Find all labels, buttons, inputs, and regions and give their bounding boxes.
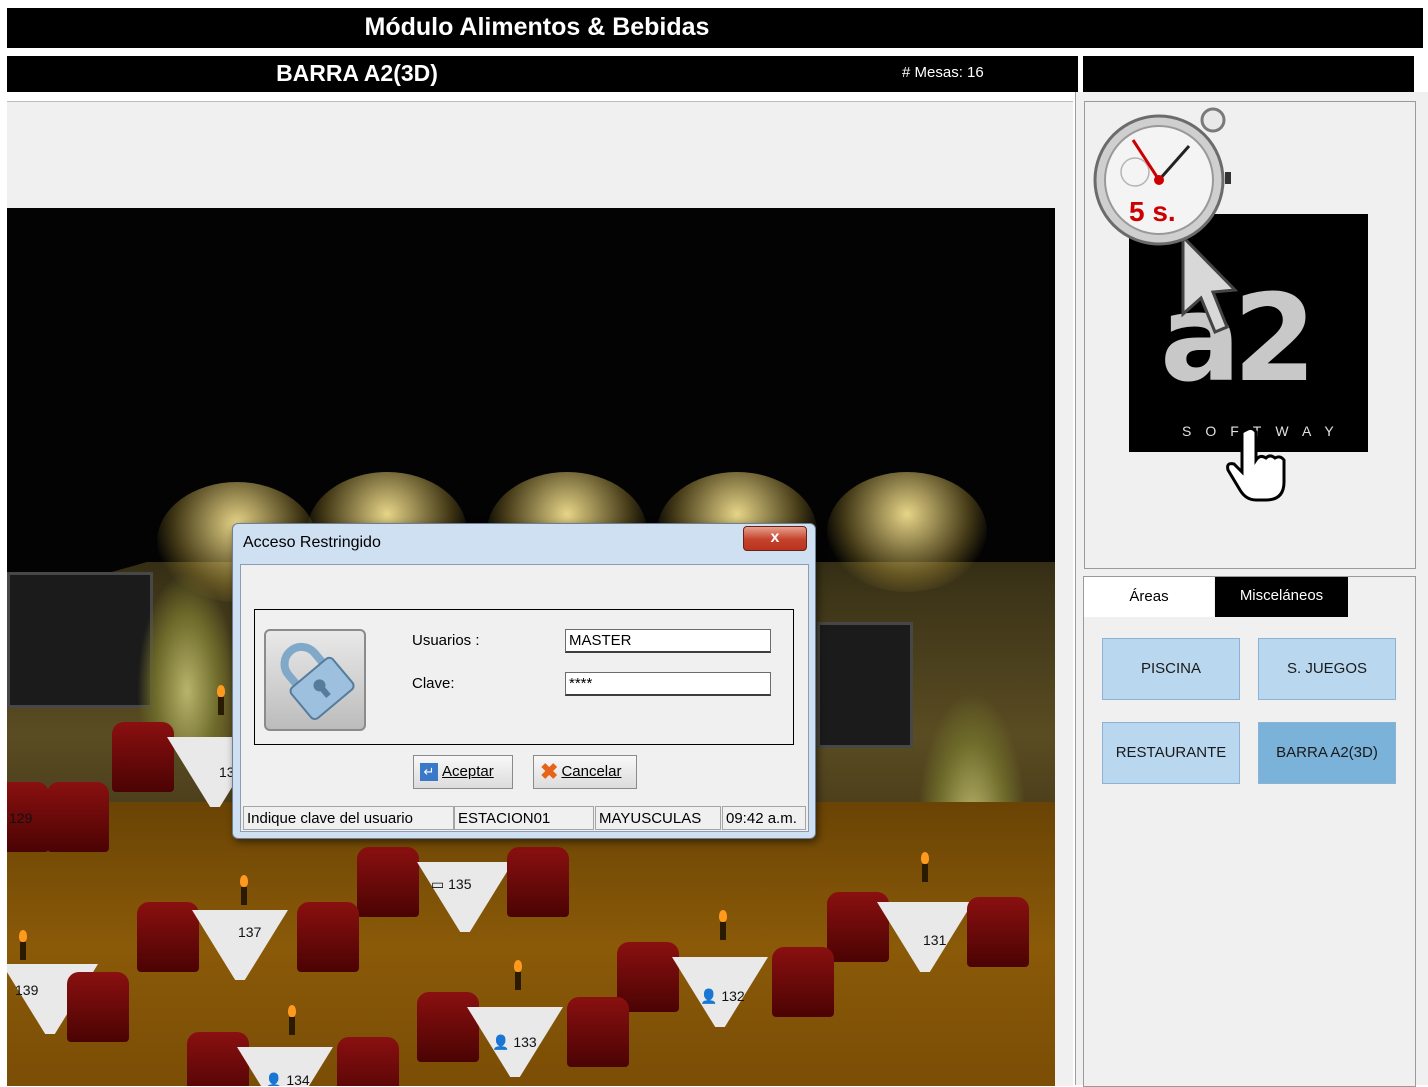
area-button-piscina[interactable]: PISCINA [1102,638,1240,700]
app-title: Módulo Alimentos & Bebidas [364,13,710,41]
enter-icon: ↵ [420,763,438,782]
chair [337,1037,399,1086]
chair [187,1032,249,1086]
person-icon: 👤 [265,1072,287,1086]
area-button-barra-a2[interactable]: BARRA A2(3D) [1258,722,1396,784]
lock-icon [264,629,366,731]
table-number[interactable]: 129 [9,810,32,826]
status-station: ESTACION01 [454,806,594,830]
aceptar-button[interactable]: ↵ Aceptar [413,755,513,789]
candle [240,875,248,905]
chair [297,902,359,972]
chair [967,897,1029,967]
mesas-count: # Mesas: 16 [902,64,984,81]
hand-pointer-icon [1226,426,1286,502]
status-caps: MAYUSCULAS [595,806,721,830]
candle [719,910,727,940]
clave-label: Clave: [412,675,455,692]
aceptar-label: Aceptar [442,763,494,780]
credentials-group: Usuarios : Clave: [254,609,794,745]
candle [19,930,27,960]
lock-graphic [280,642,355,721]
chair [567,997,629,1067]
table-number[interactable]: 139 [15,982,38,998]
chair [417,992,479,1062]
chair [47,782,109,852]
chair [67,972,129,1042]
access-dialog: Acceso Restringido x Usuarios : Clave: ↵… [232,523,816,839]
stopwatch-icon: 5 s. [1093,106,1233,246]
side-header-bar [1083,56,1414,92]
candle [288,1005,296,1035]
tab-miscelaneos[interactable]: Misceláneos [1215,577,1348,617]
area-header-bar: BARRA A2(3D) # Mesas: 16 [7,56,1078,92]
chair [112,722,174,792]
area-button-restaurante[interactable]: RESTAURANTE [1102,722,1240,784]
person-icon: 👤 [700,988,722,1004]
cursor-arrow-icon [1181,233,1239,334]
dialog-close-button[interactable]: x [743,526,807,551]
stopwatch-label: 5 s. [1129,196,1176,227]
area-button-s-juegos[interactable]: S. JUEGOS [1258,638,1396,700]
table-number[interactable]: 131 [923,932,946,948]
app-title-bar: Módulo Alimentos & Bebidas [7,8,1423,48]
person-icon: 👤 [492,1034,514,1050]
dialog-status-bar: Indique clave del usuario ESTACION01 MAY… [240,806,807,830]
table-number[interactable]: 👤 132 [700,988,745,1005]
wall-tv [7,572,153,708]
dialog-body: Usuarios : Clave: ↵Aceptar ✖Cancelar [240,564,809,832]
cancelar-label: Cancelar [561,763,622,780]
tab-areas[interactable]: Áreas [1084,577,1214,617]
candle [921,852,929,882]
table-status-icon: ▭ [431,876,449,892]
cancel-x-icon: ✖ [540,759,559,785]
cancelar-button[interactable]: ✖ Cancelar [533,755,637,789]
status-message: Indique clave del usuario [243,806,454,830]
chair [357,847,419,917]
table-number[interactable]: 137 [238,924,261,940]
wall-tv [817,622,913,748]
chair [137,902,199,972]
usuarios-label: Usuarios : [412,632,480,649]
table-number[interactable]: 👤 134 [265,1072,310,1086]
chair [507,847,569,917]
chair [772,947,834,1017]
table-number[interactable]: 👤 133 [492,1034,537,1051]
usuarios-input[interactable] [565,629,771,653]
status-time: 09:42 a.m. [722,806,806,830]
area-title: BARRA A2(3D) [276,60,438,86]
table-number[interactable]: ▭ 135 [431,876,471,893]
clave-input[interactable] [565,672,771,696]
wall-light [827,472,987,592]
plant [137,572,237,742]
dialog-title: Acceso Restringido [243,534,381,551]
candle [514,960,522,990]
candle [217,685,225,715]
